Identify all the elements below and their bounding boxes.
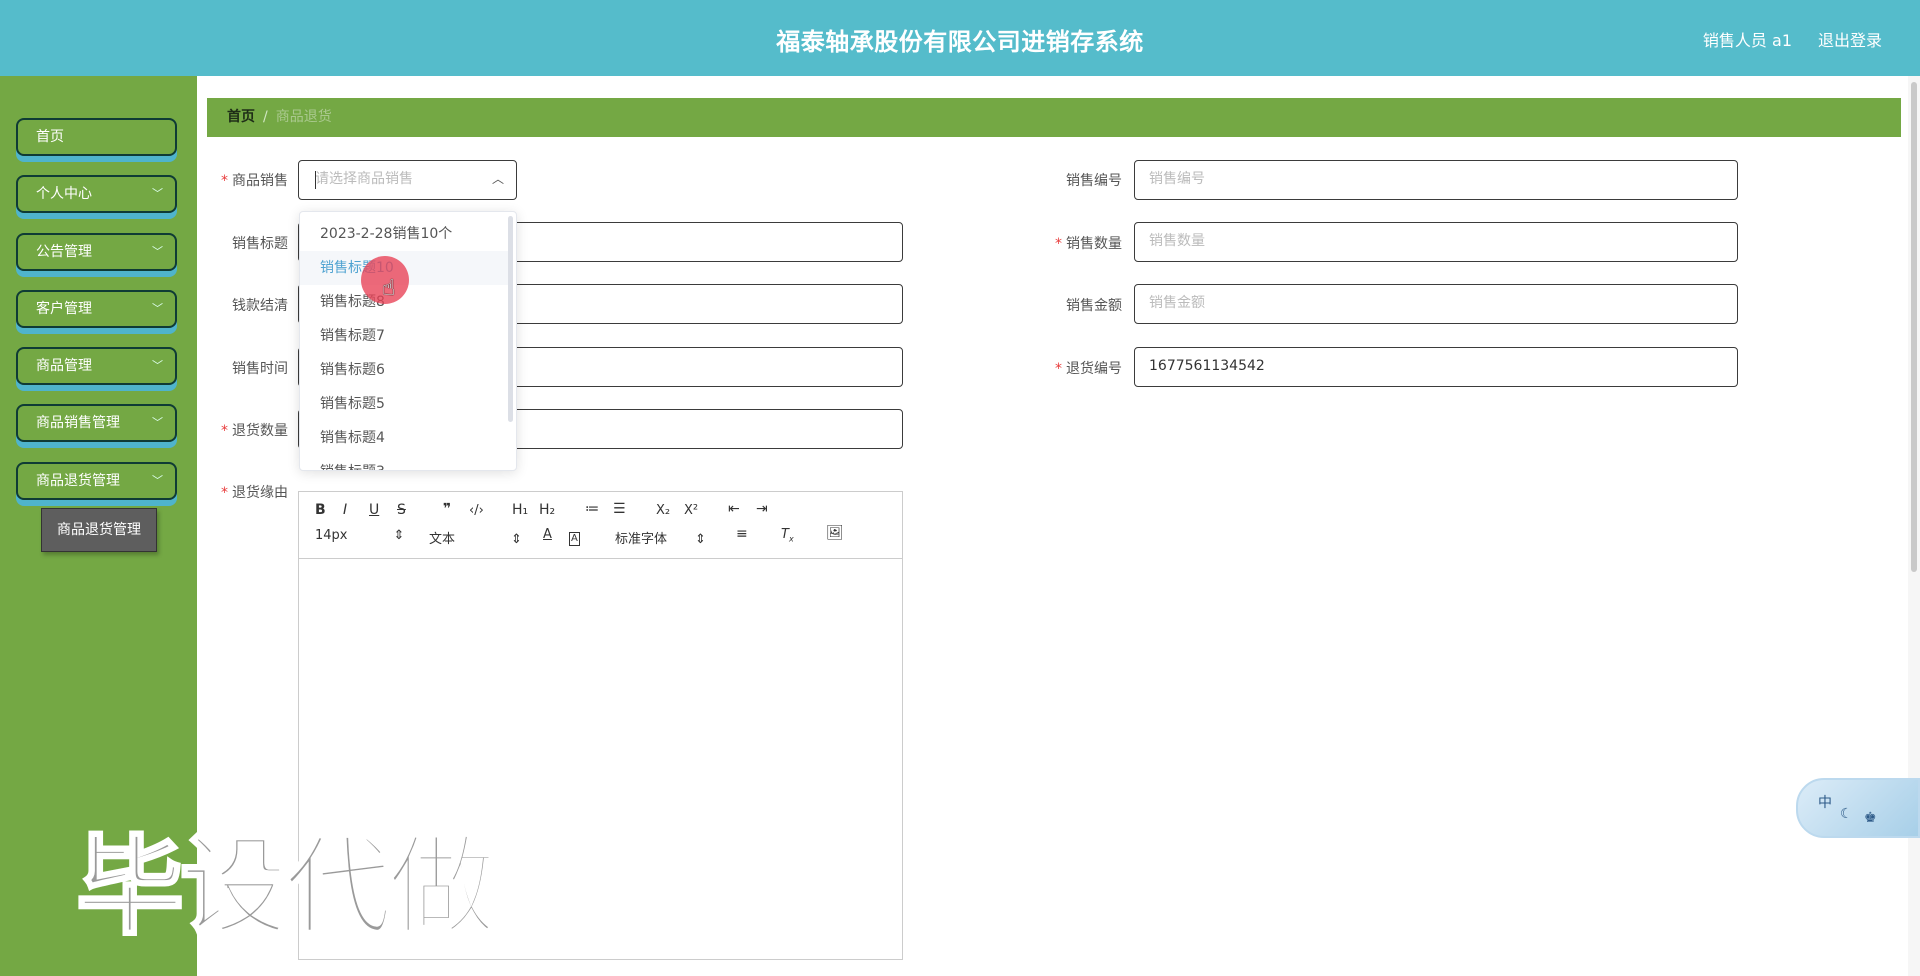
return-qty-label: * 退货数量 — [221, 423, 288, 439]
current-user: 销售人员 a1 — [1702, 31, 1792, 50]
hand-cursor-icon: ☝ — [382, 276, 396, 301]
product-sale-placeholder: 请选择商品销售 — [315, 171, 413, 187]
background-color-icon[interactable]: A — [569, 532, 580, 546]
sale-no-label: 销售编号 — [1066, 173, 1122, 189]
chevron-down-icon: ﹀ — [152, 245, 163, 258]
product-sale-label: * 商品销售 — [221, 173, 288, 189]
dropdown-option[interactable]: 销售标题3 — [300, 455, 510, 470]
dropdown-option[interactable]: 销售标题6 — [300, 353, 510, 387]
sale-amount-label: 销售金额 — [1066, 298, 1122, 314]
text-caret — [315, 171, 316, 189]
sidebar-item-label: 首页 — [36, 129, 64, 145]
sale-qty-input[interactable]: 销售数量 — [1134, 222, 1738, 262]
sidebar-item-personal-center[interactable]: 个人中心 ﹀ — [16, 175, 177, 213]
return-no-input[interactable]: 1677561134542 — [1134, 347, 1738, 387]
submenu-product-return[interactable]: 商品退货管理 — [41, 508, 157, 552]
sale-no-input[interactable]: 销售编号 — [1134, 160, 1738, 200]
outdent-icon[interactable]: ⇤ — [728, 501, 740, 517]
chevron-down-icon: ﹀ — [152, 187, 163, 200]
required-mark: * — [1055, 236, 1062, 252]
editor-toolbar: B I U S ❞ ‹/› H₁ H₂ ≔ ☰ X₂ X² ⇤ ⇥ 14px ⇕ … — [299, 492, 902, 559]
sidebar-item-label: 个人中心 — [36, 186, 92, 202]
dropdown-option[interactable]: 销售标题4 — [300, 421, 510, 455]
sidebar-item-product-return[interactable]: 商品退货管理 ﹀ — [16, 462, 177, 500]
text-style-select[interactable]: 文本 ⇕ — [429, 528, 522, 547]
breadcrumb: 首页 / 商品退货 — [207, 98, 1901, 137]
align-icon[interactable]: ≡ — [736, 526, 748, 542]
bold-icon[interactable]: B — [315, 502, 326, 518]
sidebar-item-announcement[interactable]: 公告管理 ﹀ — [16, 233, 177, 271]
indent-icon[interactable]: ⇥ — [756, 501, 768, 517]
subscript-icon[interactable]: X₂ — [656, 503, 670, 518]
font-size-select[interactable]: 14px ⇕ — [315, 528, 404, 543]
sidebar-item-label: 商品销售管理 — [36, 415, 120, 431]
breadcrumb-current: 商品退货 — [275, 109, 332, 125]
return-no-label: * 退货编号 — [1055, 361, 1122, 377]
sidebar-item-home[interactable]: 首页 — [16, 118, 177, 156]
app-title: 福泰轴承股份有限公司进销存系统 — [776, 28, 1144, 56]
breadcrumb-home[interactable]: 首页 — [227, 109, 255, 125]
sort-arrows-icon: ⇕ — [393, 528, 405, 543]
sidebar-item-label: 商品退货管理 — [36, 473, 120, 489]
required-mark: * — [221, 173, 228, 189]
shirt-icon: ♚ — [1864, 810, 1877, 826]
sort-arrows-icon: ⇕ — [511, 532, 522, 547]
sidebar-item-label: 商品管理 — [36, 358, 92, 374]
underline-icon[interactable]: U — [369, 502, 379, 518]
sale-qty-label: * 销售数量 — [1055, 236, 1122, 252]
code-icon[interactable]: ‹/› — [469, 503, 484, 518]
logout-link[interactable]: 退出登录 — [1818, 27, 1882, 51]
required-mark: * — [221, 485, 228, 501]
font-color-icon[interactable]: A — [543, 527, 552, 542]
ime-widget[interactable]: 中 ☾ ♚ — [1796, 778, 1920, 838]
sort-arrows-icon: ⇕ — [695, 532, 706, 547]
sidebar-item-label: 公告管理 — [36, 244, 92, 260]
dropdown-option[interactable]: 2023-2-28销售10个 — [300, 217, 510, 251]
chevron-down-icon: ﹀ — [152, 302, 163, 315]
clear-format-icon[interactable]: Tx — [781, 527, 794, 544]
scrollbar-thumb[interactable] — [1911, 82, 1917, 572]
ime-language: 中 — [1818, 795, 1832, 811]
dropdown-scrollbar[interactable] — [508, 216, 513, 422]
chevron-up-icon: ︿ — [491, 172, 504, 186]
page-scrollbar[interactable] — [1908, 76, 1920, 976]
italic-icon[interactable]: I — [343, 502, 347, 518]
required-mark: * — [1055, 361, 1062, 377]
breadcrumb-separator: / — [263, 109, 268, 125]
sale-amount-input[interactable]: 销售金额 — [1134, 284, 1738, 324]
chevron-down-icon: ﹀ — [152, 416, 163, 429]
sale-time-label: 销售时间 — [232, 361, 288, 377]
strike-icon[interactable]: S — [397, 502, 406, 518]
sidebar-item-product[interactable]: 商品管理 ﹀ — [16, 347, 177, 385]
ordered-list-icon[interactable]: ≔ — [585, 501, 599, 517]
watermark-text: 毕设代做 — [74, 824, 497, 952]
bullet-list-icon[interactable]: ☰ — [613, 501, 626, 517]
moon-icon: ☾ — [1840, 806, 1853, 822]
header2-icon[interactable]: H₂ — [539, 502, 555, 518]
chevron-down-icon: ﹀ — [152, 474, 163, 487]
font-family-select[interactable]: 标准字体 ⇕ — [615, 528, 706, 547]
return-reason-label: * 退货缘由 — [221, 485, 288, 501]
dropdown-option[interactable]: 销售标题5 — [300, 387, 510, 421]
header1-icon[interactable]: H₁ — [512, 502, 528, 518]
required-mark: * — [221, 423, 228, 439]
image-icon[interactable]: 🖼 — [826, 525, 844, 541]
dropdown-option[interactable]: 销售标题7 — [300, 319, 510, 353]
sale-title-label: 销售标题 — [232, 236, 288, 252]
sidebar-item-label: 客户管理 — [36, 301, 92, 317]
blockquote-icon[interactable]: ❞ — [443, 501, 451, 517]
top-header: 福泰轴承股份有限公司进销存系统 销售人员 a1 退出登录 — [0, 0, 1920, 76]
payment-label: 钱款结清 — [232, 298, 288, 314]
superscript-icon[interactable]: X² — [684, 503, 698, 518]
chevron-down-icon: ﹀ — [152, 359, 163, 372]
sidebar-item-product-sales[interactable]: 商品销售管理 ﹀ — [16, 404, 177, 442]
product-sale-select[interactable]: 请选择商品销售 ︿ — [298, 160, 517, 200]
sidebar-item-customer[interactable]: 客户管理 ﹀ — [16, 290, 177, 328]
product-sale-dropdown: 2023-2-28销售10个 销售标题10 销售标题8 销售标题7 销售标题6 … — [299, 211, 517, 471]
